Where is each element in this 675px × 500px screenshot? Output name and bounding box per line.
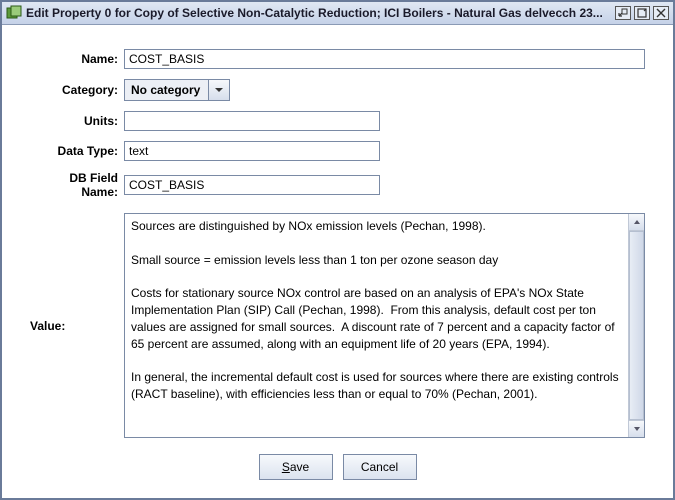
scroll-down-icon[interactable] [629,420,644,437]
units-label: Units: [30,114,124,128]
dialog-buttons: Save Cancel [30,438,645,486]
titlebar: Edit Property 0 for Copy of Selective No… [2,2,673,25]
db-field-name-label: DB Field Name: [30,171,124,199]
db-field-name-input[interactable] [124,175,380,195]
category-label: Category: [30,83,124,97]
scrollbar-vertical[interactable] [628,214,644,437]
units-input[interactable] [124,111,380,131]
scrollbar-thumb[interactable] [629,231,644,420]
chevron-down-icon[interactable] [208,79,230,101]
cancel-button[interactable]: Cancel [343,454,417,480]
window-title: Edit Property 0 for Copy of Selective No… [26,6,612,20]
app-icon [6,5,22,21]
scrollbar-track[interactable] [629,231,644,420]
edit-property-window: Edit Property 0 for Copy of Selective No… [0,0,675,500]
scroll-up-icon[interactable] [629,214,644,231]
data-type-label: Data Type: [30,144,124,158]
minimize-internal-icon[interactable] [615,6,631,20]
save-button[interactable]: Save [259,454,333,480]
data-type-input[interactable] [124,141,380,161]
name-input[interactable] [124,49,645,69]
save-button-rest: ave [290,460,309,474]
value-label: Value: [30,213,124,438]
form-area: Name: Category: No category Units: Data … [2,25,673,498]
close-icon[interactable] [653,6,669,20]
value-textarea[interactable] [125,214,628,437]
name-label: Name: [30,52,124,66]
category-combobox[interactable]: No category [124,79,230,101]
category-selected: No category [124,79,208,101]
maximize-icon[interactable] [634,6,650,20]
